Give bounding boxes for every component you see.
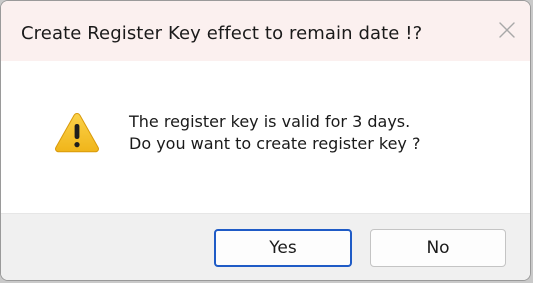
yes-button[interactable]: Yes	[214, 229, 352, 267]
message-line-2: Do you want to create register key ?	[129, 134, 421, 153]
button-bar: Yes No	[1, 213, 530, 280]
message-line-1: The register key is valid for 3 days.	[129, 112, 411, 131]
dialog-title: Create Register Key effect to remain dat…	[21, 23, 423, 44]
dialog-content: The register key is valid for 3 days. Do…	[1, 61, 530, 213]
title-bar[interactable]: Create Register Key effect to remain dat…	[1, 1, 530, 61]
warning-icon	[55, 112, 99, 153]
close-icon	[499, 22, 515, 38]
no-button[interactable]: No	[370, 229, 506, 267]
close-button[interactable]	[484, 7, 530, 53]
message-dialog: Create Register Key effect to remain dat…	[0, 0, 531, 281]
dialog-message: The register key is valid for 3 days. Do…	[129, 111, 420, 155]
